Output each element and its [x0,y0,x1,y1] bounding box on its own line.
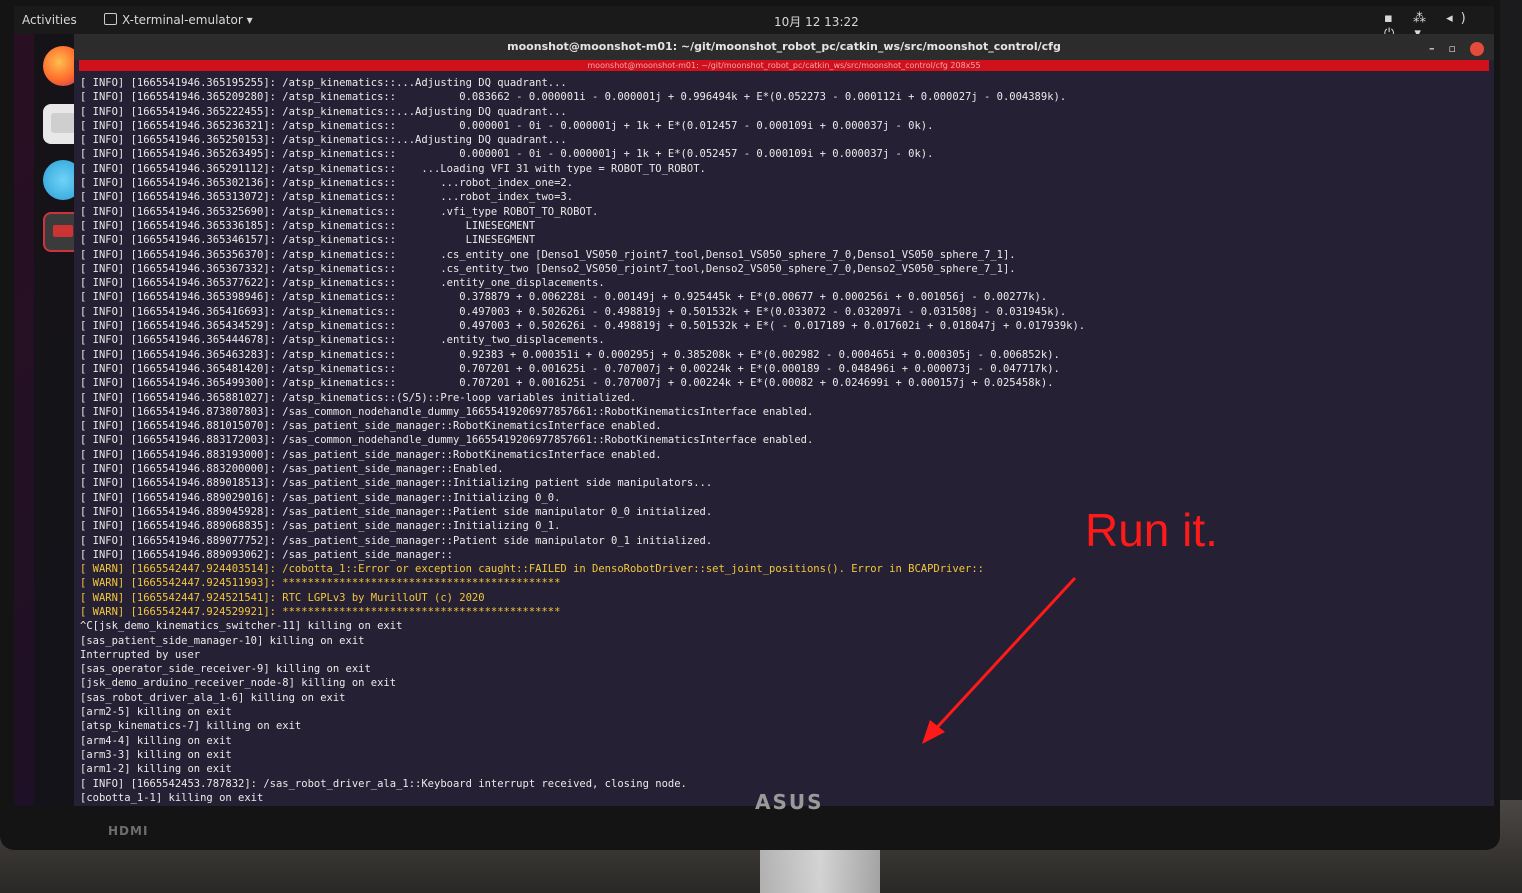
arrow-shaft [928,576,1077,737]
annotation-arrow [922,576,1077,744]
